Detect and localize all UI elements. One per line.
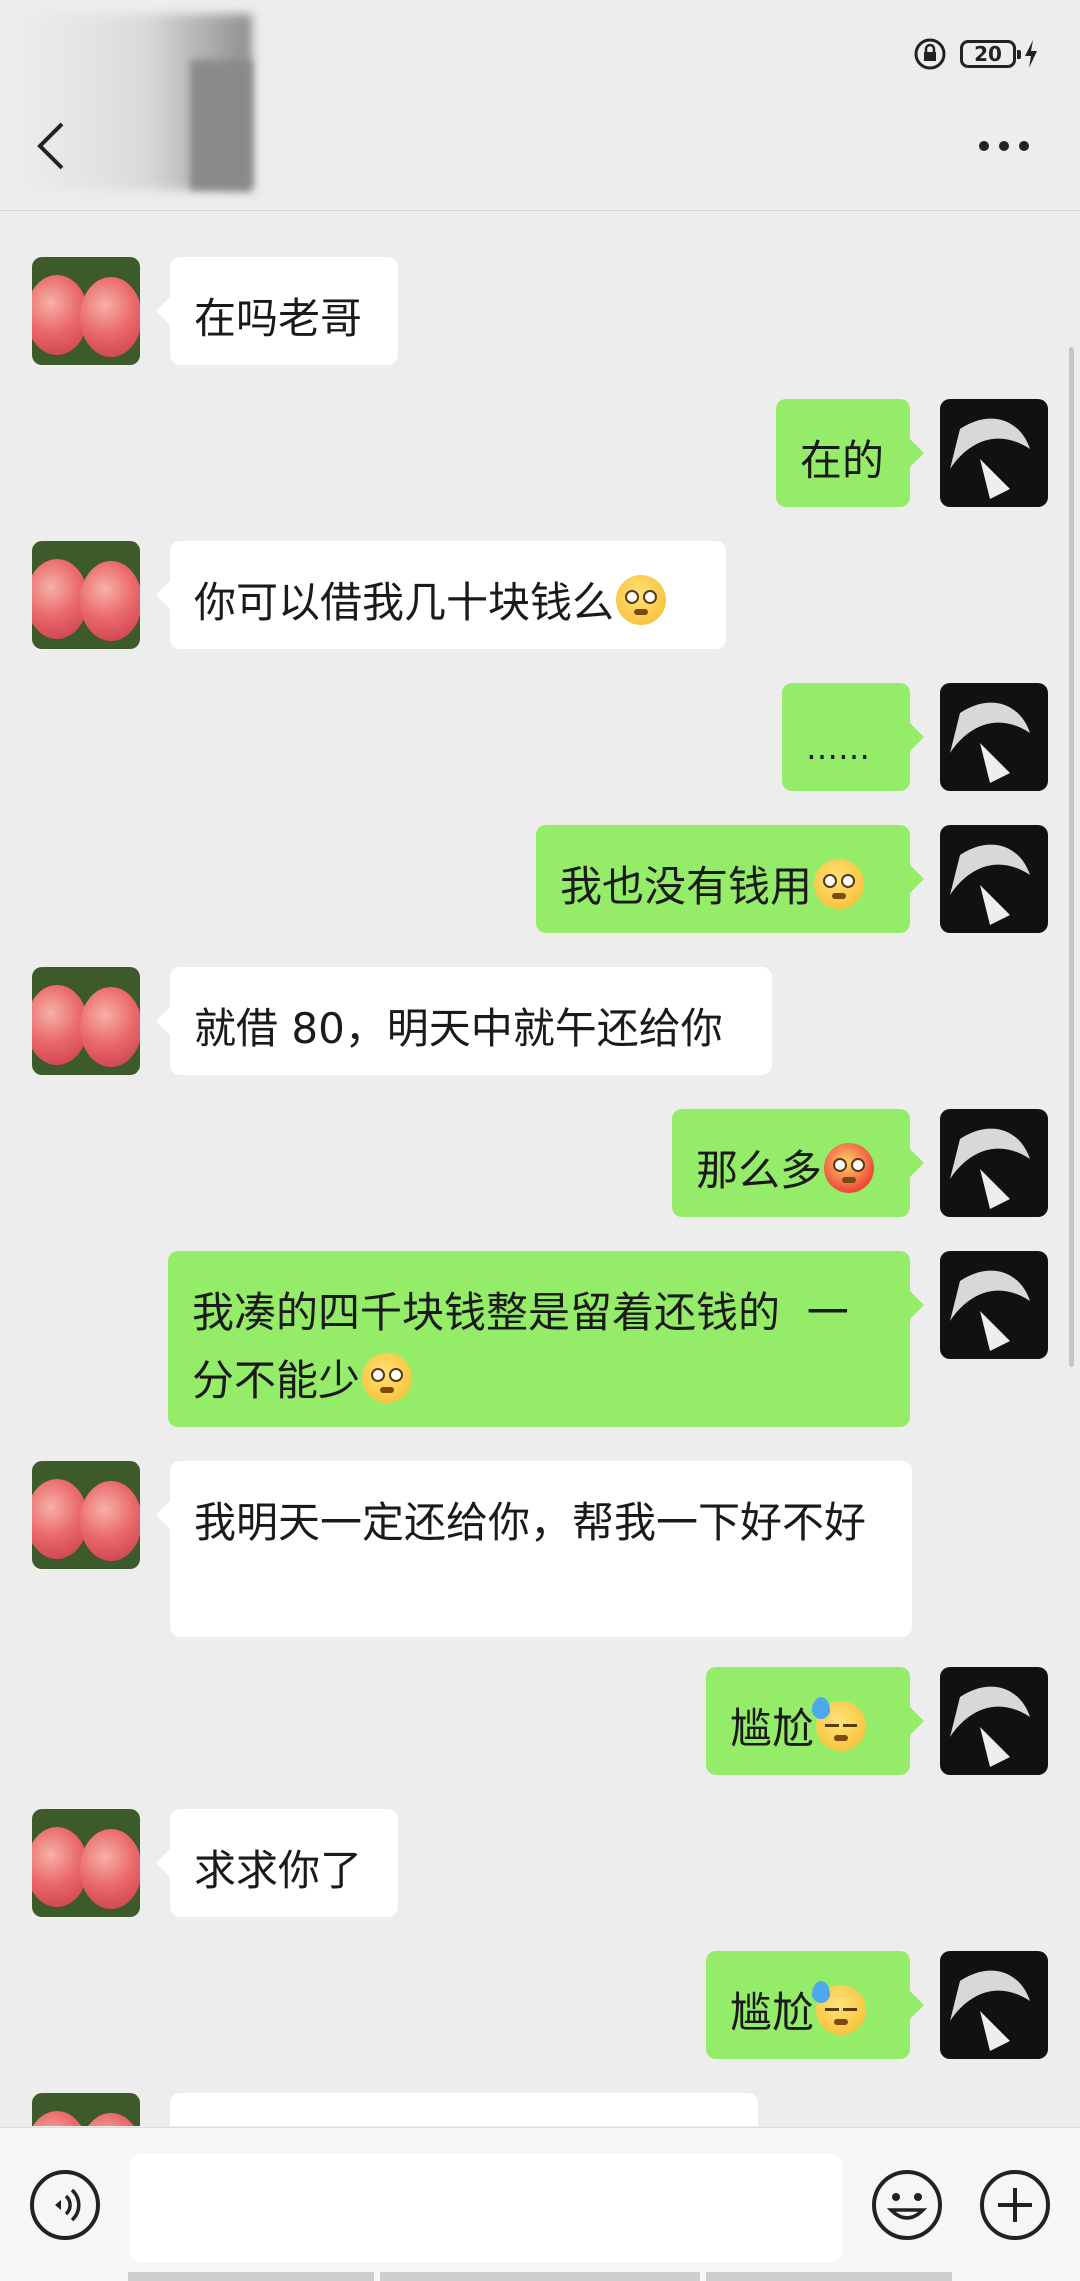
message-text: 我也没有钱用 bbox=[560, 862, 813, 911]
message-bubble[interactable]: 在的 bbox=[776, 399, 924, 507]
message-bubble[interactable]: 那么多 bbox=[672, 1109, 924, 1217]
more-dots-icon[interactable] bbox=[976, 138, 1032, 154]
message-bubble[interactable]: 求求你了 bbox=[156, 1809, 398, 1917]
self-avatar[interactable] bbox=[940, 683, 1048, 791]
message-bubble[interactable]: 尴尬 bbox=[706, 1667, 924, 1775]
input-bar bbox=[0, 2127, 1080, 2281]
contact-avatar[interactable] bbox=[32, 257, 140, 365]
redacted-contact-name-part bbox=[190, 60, 252, 190]
message-bubble[interactable]: 我凑的四千块钱整是留着还钱的 一分不能少 bbox=[168, 1251, 924, 1427]
voice-icon[interactable] bbox=[28, 2168, 102, 2242]
message-bubble[interactable]: 我明天一定还给你，帮我一下好不好 bbox=[156, 1461, 912, 1637]
contact-avatar[interactable] bbox=[32, 1809, 140, 1917]
message-text: 我凑的四千块钱整是留着还钱的 一分不能少 bbox=[192, 1288, 849, 1405]
message-bubble[interactable]: …… bbox=[782, 683, 924, 791]
message-text: 尴尬 bbox=[730, 1988, 815, 2037]
message-input[interactable] bbox=[130, 2154, 842, 2262]
flushed-face-emoji bbox=[824, 1143, 875, 1193]
message-list[interactable]: 在吗老哥 在的 你可以借我几十块钱么 …… 我也没有钱用 就借 80，明天中就午… bbox=[0, 211, 1080, 2126]
contact-avatar[interactable] bbox=[32, 967, 140, 1075]
pleading-face-emoji bbox=[814, 859, 865, 909]
message-text: 我明天一定还给你，帮我一下好不好 bbox=[194, 1498, 867, 1547]
message-text: 在吗老哥 bbox=[194, 294, 363, 343]
message-text: 尴尬 bbox=[730, 1704, 815, 1753]
message-text: 求求你了 bbox=[194, 1846, 363, 1895]
message-text: …… bbox=[806, 729, 870, 767]
message-text: 你可以借我几十块钱么 bbox=[194, 578, 615, 627]
self-avatar[interactable] bbox=[940, 1951, 1048, 2059]
message-bubble[interactable]: 你可以借我几十块钱么 bbox=[156, 541, 726, 649]
self-avatar[interactable] bbox=[940, 399, 1048, 507]
scrollbar[interactable] bbox=[1069, 347, 1074, 1367]
message-bubble[interactable]: 就借 80，明天中就午还给你 bbox=[156, 967, 772, 1075]
self-avatar[interactable] bbox=[940, 825, 1048, 933]
message-text: 就借 80，明天中就午还给你 bbox=[194, 1004, 723, 1053]
message-bubble[interactable]: 尴尬 bbox=[706, 1951, 924, 2059]
message-bubble[interactable] bbox=[170, 2093, 758, 2126]
self-avatar[interactable] bbox=[940, 1109, 1048, 1217]
downcast-sweat-face-emoji bbox=[812, 1697, 867, 1751]
pleading-face-emoji bbox=[362, 1353, 413, 1403]
self-avatar[interactable] bbox=[940, 1667, 1048, 1775]
contact-avatar[interactable] bbox=[32, 2093, 140, 2126]
back-arrow-icon[interactable] bbox=[32, 118, 72, 174]
downcast-sweat-face-emoji bbox=[812, 1981, 867, 2035]
plus-icon[interactable] bbox=[978, 2168, 1052, 2242]
chat-header bbox=[0, 0, 1080, 211]
message-text: 那么多 bbox=[696, 1146, 823, 1195]
self-avatar[interactable] bbox=[940, 1251, 1048, 1359]
message-text: 在的 bbox=[800, 436, 885, 485]
contact-avatar[interactable] bbox=[32, 541, 140, 649]
message-bubble[interactable]: 在吗老哥 bbox=[156, 257, 398, 365]
contact-avatar[interactable] bbox=[32, 1461, 140, 1569]
pleading-face-emoji bbox=[616, 575, 667, 625]
emoji-icon[interactable] bbox=[870, 2168, 944, 2242]
message-bubble[interactable]: 我也没有钱用 bbox=[536, 825, 924, 933]
